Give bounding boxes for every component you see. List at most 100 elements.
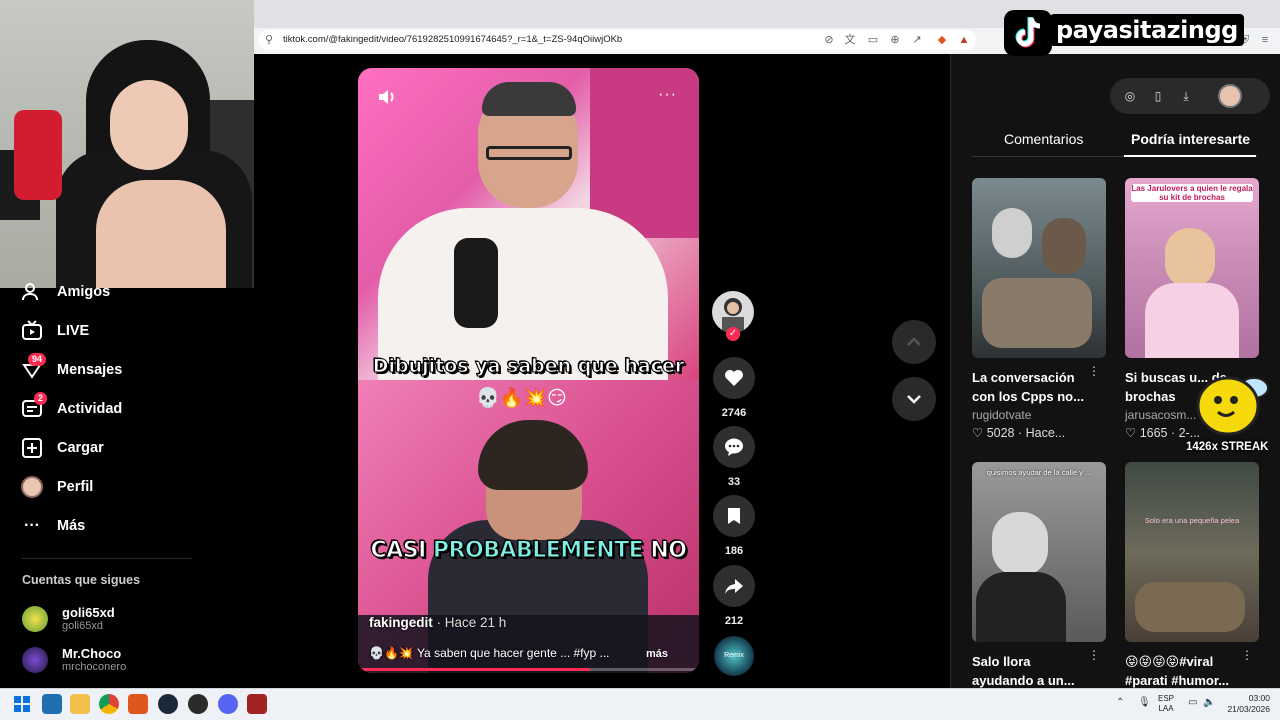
man-glasses	[486, 146, 572, 160]
tray-chevron-icon[interactable]: ⌃	[1116, 697, 1124, 708]
heart-icon	[725, 370, 743, 386]
tray-mic-icon[interactable]: 🎙	[1138, 697, 1151, 708]
start-icon[interactable]	[12, 694, 32, 714]
video-author[interactable]: fakingedit · Hace 21 h	[369, 615, 506, 630]
live-icon	[20, 319, 44, 343]
following-account[interactable]: Mr.Choco mrchoconero	[22, 646, 126, 673]
share-arrow-icon	[725, 579, 743, 594]
dota-icon[interactable]	[247, 694, 267, 714]
share-icon[interactable]: ↗	[910, 33, 924, 47]
recommended-card[interactable]: La conversación con los Cpps no... rugid…	[972, 178, 1106, 440]
file-explorer-icon[interactable]	[70, 694, 90, 714]
translate-icon[interactable]: 文	[843, 33, 857, 47]
sidebar-item-label: Cargar	[57, 440, 104, 456]
comment-action[interactable]: 33	[712, 426, 756, 488]
discord-icon[interactable]	[218, 694, 238, 714]
sidebar-item-messages[interactable]: 94 Mensajes	[20, 353, 122, 383]
account-handle: mrchoconero	[62, 661, 127, 673]
thumb-text: Solo era una pequeña pelea	[1144, 516, 1240, 525]
recommended-card[interactable]: quisimos ayudar de la calle y ... Salo l…	[972, 462, 1106, 690]
cast-icon[interactable]: ▭	[866, 33, 880, 47]
site-info-icon[interactable]: ⚲	[262, 33, 276, 47]
volume-icon[interactable]	[376, 86, 398, 108]
overlay-channel-name: payasitazingg	[1050, 14, 1244, 46]
figure	[992, 512, 1048, 576]
recommended-card[interactable]: Solo era una pequeña pelea 😝😝😝😝#viral #p…	[1125, 462, 1259, 690]
save-count: 186	[724, 545, 744, 557]
card-menu-icon[interactable]: ⋮	[1088, 364, 1100, 378]
sidebar-item-label: LIVE	[57, 323, 90, 339]
figure	[982, 278, 1092, 348]
previous-video-button[interactable]	[892, 320, 936, 364]
chevron-up-icon	[907, 337, 921, 346]
friends-icon	[20, 280, 44, 304]
boy-hair	[478, 420, 588, 490]
card-thumbnail[interactable]	[972, 178, 1106, 358]
obs-icon[interactable]	[188, 694, 208, 714]
following-account[interactable]: goli65xd goli65xd	[22, 605, 115, 632]
card-thumbnail[interactable]: Solo era una pequeña pelea	[1125, 462, 1259, 642]
account-name: goli65xd	[62, 605, 115, 620]
sidebar-item-label: Perfil	[57, 479, 94, 495]
clock[interactable]: 03:00 21/03/2026	[1226, 693, 1270, 715]
explore-icon[interactable]: ◎	[1122, 88, 1138, 104]
tab-comments[interactable]: Comentarios	[1004, 131, 1083, 147]
sidebar-item-live[interactable]: LIVE	[20, 318, 89, 344]
profile-icon	[20, 475, 44, 499]
zoom-icon[interactable]: ⊕	[888, 33, 902, 47]
thumb-text: quisimos ayudar de la calle y ...	[986, 468, 1092, 477]
chrome-icon[interactable]	[99, 694, 119, 714]
brave-shield-icon[interactable]: ◆	[935, 33, 949, 47]
sidebar-item-friends[interactable]: Amigos	[20, 279, 110, 305]
music-disc[interactable]: Remix Channel	[714, 636, 754, 699]
follow-plus-icon[interactable]: ✓	[726, 327, 740, 341]
video-more-icon[interactable]: ···	[658, 86, 677, 104]
video-progress-bar[interactable]	[358, 668, 699, 671]
webcam-skin	[96, 180, 226, 288]
activity-icon: 2	[20, 392, 48, 421]
sidebar-item-profile[interactable]: Perfil	[20, 474, 93, 500]
more-link[interactable]: más	[646, 648, 668, 660]
task-view-icon[interactable]	[42, 694, 62, 714]
download-icon[interactable]: ⤓	[1178, 88, 1194, 104]
rewards-icon[interactable]: ▲	[957, 33, 971, 47]
messages-icon: 94	[20, 353, 47, 382]
sidebar-item-upload[interactable]: Cargar	[20, 435, 104, 461]
card-user: rugidotvate	[972, 408, 1032, 422]
like-action[interactable]: 2746	[712, 357, 756, 419]
share-button[interactable]	[713, 565, 755, 607]
video-top-scene	[358, 68, 699, 380]
menu-icon[interactable]: ≡	[1258, 33, 1272, 47]
mobile-icon[interactable]: ▯	[1150, 88, 1166, 104]
address-url[interactable]: tiktok.com/@fakingedit/video/76192825109…	[283, 34, 622, 45]
sidebar-item-more[interactable]: ··· Más	[20, 513, 85, 539]
save-button[interactable]	[713, 495, 755, 537]
language-indicator[interactable]: ESP LAA	[1158, 694, 1174, 714]
comment-button[interactable]	[713, 426, 755, 468]
card-menu-icon[interactable]: ⋮	[1241, 648, 1253, 662]
sidebar-item-activity[interactable]: 2 Actividad	[20, 392, 123, 422]
share-action[interactable]: 212	[712, 565, 756, 627]
video-player[interactable]: ··· Dibujitos ya saben que hacer 💀🔥💥😏 CA…	[358, 68, 699, 673]
sidebar-item-label: Actividad	[57, 401, 123, 417]
steam-icon[interactable]	[158, 694, 178, 714]
bookmark-icon	[728, 508, 740, 524]
next-video-button[interactable]	[892, 377, 936, 421]
tab-recommended[interactable]: Podría interesarte	[1131, 131, 1250, 147]
card-menu-icon[interactable]: ⋮	[1088, 648, 1100, 662]
like-button[interactable]	[713, 357, 755, 399]
streak-label: 1426x STREAK	[1186, 441, 1269, 453]
video-description[interactable]: 💀🔥💥 Ya saben que hacer gente ... #fyp ..…	[369, 646, 689, 660]
user-avatar[interactable]	[1218, 84, 1242, 108]
upload-icon	[20, 436, 44, 460]
volume-tray-icon[interactable]: 🔈	[1203, 697, 1215, 708]
mute-icon[interactable]: ⊘	[822, 33, 836, 47]
network-icon[interactable]: ▭	[1188, 697, 1197, 708]
save-action[interactable]: 186	[712, 495, 756, 557]
sidebar-divider	[22, 558, 192, 559]
card-thumbnail[interactable]: quisimos ayudar de la calle y ...	[972, 462, 1106, 642]
webcam-face	[110, 80, 188, 170]
brave-icon[interactable]	[128, 694, 148, 714]
more-icon: ···	[24, 517, 40, 534]
card-thumbnail[interactable]: Las Jarulovers a quien le regala su kit …	[1125, 178, 1259, 358]
